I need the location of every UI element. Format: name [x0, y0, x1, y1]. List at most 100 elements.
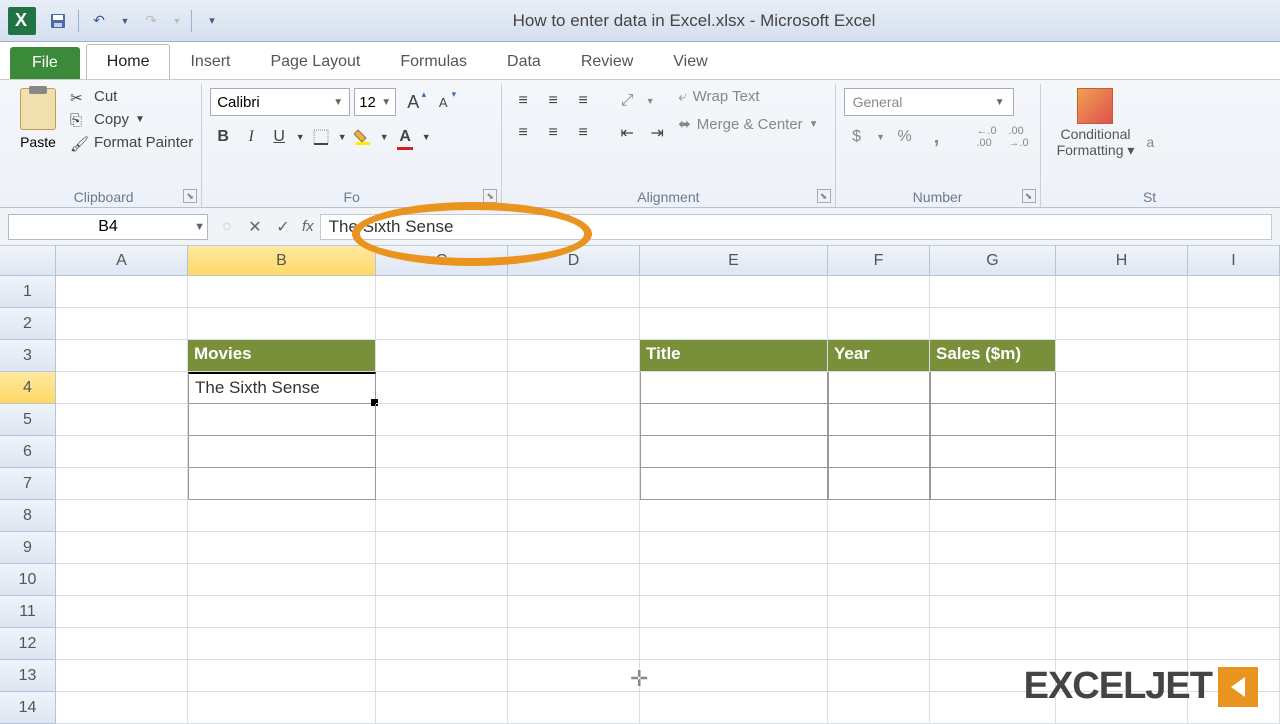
formula-input[interactable] [320, 214, 1272, 240]
alignment-launcher[interactable]: ⬊ [817, 189, 831, 203]
cell-I4[interactable] [1188, 372, 1280, 404]
select-all-corner[interactable] [0, 246, 56, 276]
cell-A1[interactable] [56, 276, 188, 308]
cell-F5[interactable] [828, 404, 930, 436]
col-header-H[interactable]: H [1056, 246, 1188, 276]
decrease-decimal-button[interactable]: .00→.0 [1006, 124, 1032, 150]
row-header-8[interactable]: 8 [0, 500, 56, 532]
tab-formulas[interactable]: Formulas [380, 45, 487, 79]
cell-G3[interactable]: Sales ($m) [930, 340, 1056, 372]
col-header-C[interactable]: C [376, 246, 508, 276]
increase-decimal-button[interactable]: ←.0.00 [974, 124, 1000, 150]
enter-button[interactable]: ✓ [270, 214, 296, 240]
cell-G11[interactable] [930, 596, 1056, 628]
cell-F14[interactable] [828, 692, 930, 724]
cell-B14[interactable] [188, 692, 376, 724]
cell-D6[interactable] [508, 436, 640, 468]
cell-D3[interactable] [508, 340, 640, 372]
cell-C11[interactable] [376, 596, 508, 628]
cell-G1[interactable] [930, 276, 1056, 308]
cell-F4[interactable] [828, 372, 930, 404]
cell-B8[interactable] [188, 500, 376, 532]
cell-F3[interactable]: Year [828, 340, 930, 372]
cell-E3[interactable]: Title [640, 340, 828, 372]
cell-F8[interactable] [828, 500, 930, 532]
cell-I2[interactable] [1188, 308, 1280, 340]
cell-B9[interactable] [188, 532, 376, 564]
cell-H3[interactable] [1056, 340, 1188, 372]
row-header-3[interactable]: 3 [0, 340, 56, 372]
tab-data[interactable]: Data [487, 45, 561, 79]
cell-F2[interactable] [828, 308, 930, 340]
cell-F11[interactable] [828, 596, 930, 628]
decrease-indent-button[interactable]: ⇤ [614, 120, 640, 146]
cell-E12[interactable] [640, 628, 828, 660]
cell-H10[interactable] [1056, 564, 1188, 596]
clipboard-launcher[interactable]: ⬊ [183, 189, 197, 203]
font-color-button[interactable]: A [392, 124, 418, 150]
cell-G5[interactable] [930, 404, 1056, 436]
cell-D8[interactable] [508, 500, 640, 532]
align-center-button[interactable]: ≡ [540, 120, 566, 146]
fx-button[interactable]: fx [302, 218, 314, 235]
row-header-11[interactable]: 11 [0, 596, 56, 628]
cell-E9[interactable] [640, 532, 828, 564]
cell-F7[interactable] [828, 468, 930, 500]
col-header-G[interactable]: G [930, 246, 1056, 276]
fill-dropdown[interactable]: ▼ [378, 124, 390, 150]
cell-B2[interactable] [188, 308, 376, 340]
row-header-12[interactable]: 12 [0, 628, 56, 660]
cell-C2[interactable] [376, 308, 508, 340]
cell-C1[interactable] [376, 276, 508, 308]
cell-D5[interactable] [508, 404, 640, 436]
cell-D11[interactable] [508, 596, 640, 628]
row-header-6[interactable]: 6 [0, 436, 56, 468]
merge-center-button[interactable]: ⬌ Merge & Center ▼ [678, 115, 818, 133]
cell-A2[interactable] [56, 308, 188, 340]
undo-button[interactable]: ↶ [87, 9, 111, 33]
cell-F13[interactable] [828, 660, 930, 692]
shrink-font-button[interactable]: A▾ [430, 89, 456, 115]
cell-C14[interactable] [376, 692, 508, 724]
cell-A14[interactable] [56, 692, 188, 724]
align-top-button[interactable]: ≡ [510, 88, 536, 114]
row-header-5[interactable]: 5 [0, 404, 56, 436]
cell-B5[interactable] [188, 404, 376, 436]
cell-D10[interactable] [508, 564, 640, 596]
tab-view[interactable]: View [653, 45, 727, 79]
cell-G10[interactable] [930, 564, 1056, 596]
cell-E5[interactable] [640, 404, 828, 436]
cell-H8[interactable] [1056, 500, 1188, 532]
cell-B7[interactable] [188, 468, 376, 500]
cut-button[interactable]: ✂ Cut [70, 88, 193, 105]
cell-D9[interactable] [508, 532, 640, 564]
cell-G9[interactable] [930, 532, 1056, 564]
redo-button[interactable]: ↷ [139, 9, 163, 33]
underline-dropdown[interactable]: ▼ [294, 124, 306, 150]
cell-I12[interactable] [1188, 628, 1280, 660]
cell-E6[interactable] [640, 436, 828, 468]
bold-button[interactable]: B [210, 124, 236, 150]
tab-review[interactable]: Review [561, 45, 653, 79]
number-format-select[interactable]: General▼ [844, 88, 1014, 116]
cell-A13[interactable] [56, 660, 188, 692]
cell-E2[interactable] [640, 308, 828, 340]
cell-B3[interactable]: Movies [188, 340, 376, 372]
comma-button[interactable]: , [924, 124, 950, 150]
cell-E14[interactable] [640, 692, 828, 724]
cell-G8[interactable] [930, 500, 1056, 532]
fill-color-button[interactable] [350, 124, 376, 150]
cell-I8[interactable] [1188, 500, 1280, 532]
save-button[interactable] [46, 9, 70, 33]
cell-I9[interactable] [1188, 532, 1280, 564]
col-header-E[interactable]: E [640, 246, 828, 276]
cell-I11[interactable] [1188, 596, 1280, 628]
align-right-button[interactable]: ≡ [570, 120, 596, 146]
col-header-D[interactable]: D [508, 246, 640, 276]
col-header-A[interactable]: A [56, 246, 188, 276]
tab-insert[interactable]: Insert [170, 45, 250, 79]
cell-A10[interactable] [56, 564, 188, 596]
cell-C13[interactable] [376, 660, 508, 692]
italic-button[interactable]: I [238, 124, 264, 150]
cell-D4[interactable] [508, 372, 640, 404]
